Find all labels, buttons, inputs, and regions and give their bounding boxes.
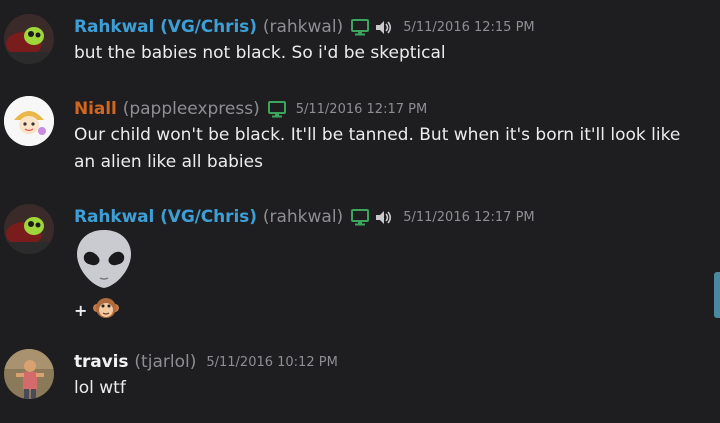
user-handle: (tjarlol) bbox=[134, 352, 197, 372]
message-text: but the babies not black. So i'd be skep… bbox=[74, 43, 446, 63]
message-text: lol wtf bbox=[74, 378, 126, 398]
chat-message: Niall (pappleexpress) 5/11/2016 12:17 PM… bbox=[0, 92, 712, 192]
desktop-icon bbox=[267, 100, 286, 118]
user-handle: (pappleexpress) bbox=[122, 99, 260, 119]
alien-emoji bbox=[74, 228, 134, 288]
chat-message: Rahkwal (VG/Chris) (rahkwal) 5/11/2016 1… bbox=[0, 200, 712, 330]
username-display[interactable]: Rahkwal (VG/Chris) bbox=[74, 207, 257, 227]
username-display[interactable]: travis bbox=[74, 352, 129, 372]
timestamp: 5/11/2016 12:17 PM bbox=[403, 209, 535, 225]
avatar[interactable] bbox=[4, 204, 54, 254]
voice-icon bbox=[375, 209, 393, 226]
desktop-icon bbox=[351, 208, 370, 226]
avatar[interactable] bbox=[4, 96, 54, 146]
desktop-icon bbox=[351, 18, 370, 36]
chat-message: Rahkwal (VG/Chris) (rahkwal) 5/11/2016 1… bbox=[0, 10, 712, 80]
reaction-plus: + bbox=[74, 300, 88, 320]
username-display[interactable]: Rahkwal (VG/Chris) bbox=[74, 17, 257, 37]
monkey-face-emoji bbox=[93, 295, 120, 325]
avatar[interactable] bbox=[4, 14, 54, 64]
timestamp: 5/11/2016 12:17 PM bbox=[295, 101, 428, 117]
user-handle: (rahkwal) bbox=[262, 207, 344, 227]
reaction[interactable]: + bbox=[74, 295, 120, 325]
chat-message: travis (tjarlol) 5/11/2016 10:12 PM lol … bbox=[0, 345, 712, 415]
message-text: Our child won't be black. It'll be tanne… bbox=[74, 125, 681, 172]
timestamp: 5/11/2016 10:12 PM bbox=[206, 354, 338, 370]
chat-message-list: Rahkwal (VG/Chris) (rahkwal) 5/11/2016 1… bbox=[0, 0, 720, 423]
scrollbar-handle[interactable] bbox=[714, 272, 720, 318]
avatar[interactable] bbox=[4, 349, 54, 399]
timestamp: 5/11/2016 12:15 PM bbox=[403, 19, 535, 35]
user-handle: (rahkwal) bbox=[262, 17, 344, 37]
voice-icon bbox=[375, 19, 393, 36]
username-display[interactable]: Niall bbox=[74, 99, 117, 119]
